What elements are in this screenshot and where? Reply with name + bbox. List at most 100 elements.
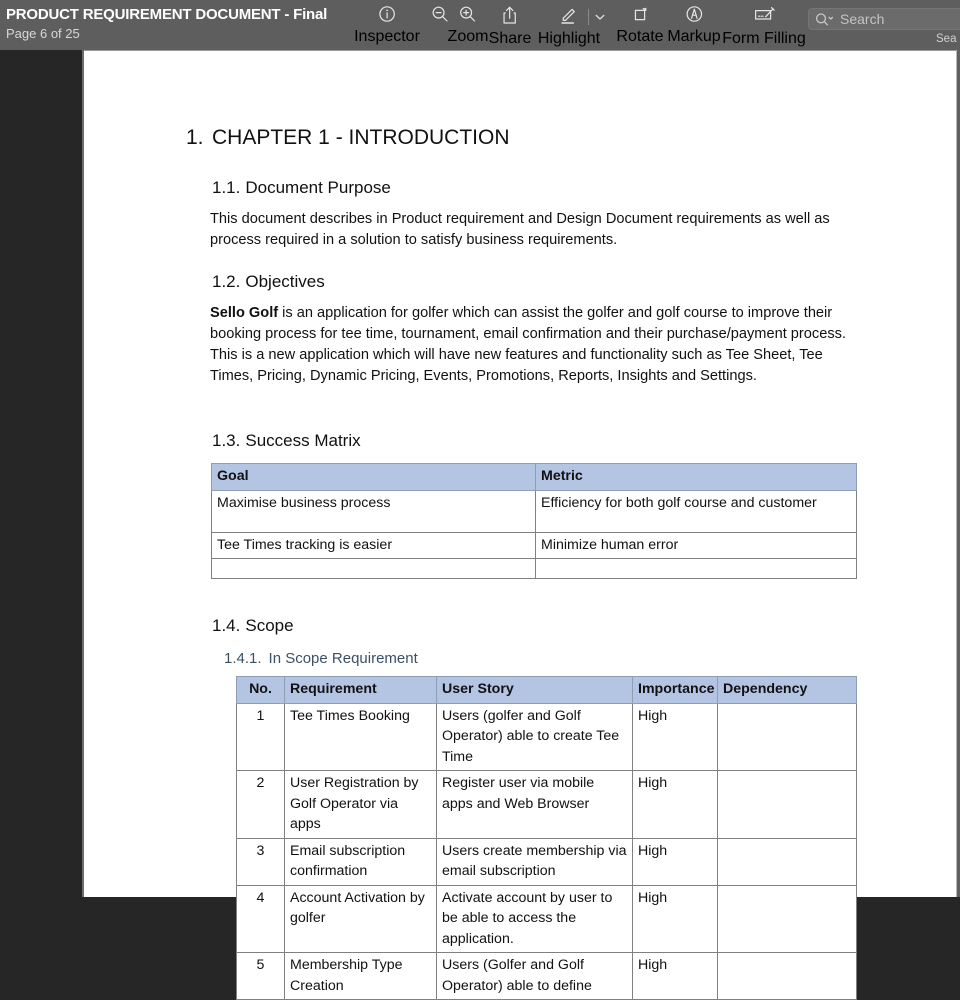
heading-in-scope-requirement: 1.4.1. In Scope Requirement — [224, 650, 418, 667]
toolbar-label-zoom: Zoom — [447, 28, 489, 45]
heading-success-matrix: 1.3. Success Matrix — [212, 431, 361, 451]
heading-text-1-4-1: In Scope Requirement — [268, 650, 418, 667]
chapter-title: CHAPTER 1 - INTRODUCTION — [212, 126, 510, 149]
toolbar-label-highlight: Highlight — [537, 30, 601, 47]
cell-user-story: Users create membership via email subscr… — [436, 837, 633, 886]
cell-user-story: Users (golfer and Golf Operator) able to… — [436, 702, 633, 771]
table-row: 2 User Registration by Golf Operator via… — [236, 770, 857, 839]
heading-text-1-2: Objectives — [245, 272, 325, 291]
document-title: PRODUCT REQUIREMENT DOCUMENT - Final — [6, 6, 328, 23]
thumbnail-sidebar[interactable] — [0, 50, 82, 897]
column-header-goal: Goal — [211, 463, 536, 491]
highlight-dropdown-button[interactable] — [592, 5, 608, 29]
cell-requirement: Account Activation by golfer — [284, 884, 437, 953]
cell-goal — [211, 558, 536, 579]
column-header-importance: Importance — [632, 676, 718, 704]
cell-no: 2 — [236, 770, 285, 839]
table-row — [211, 558, 857, 579]
heading-text-1-1: Document Purpose — [245, 178, 391, 197]
cell-user-story: Users (Golfer and Golf Operator) able to… — [436, 952, 633, 1000]
heading-text-1-3: Success Matrix — [245, 431, 361, 450]
cell-requirement: Email subscription confirmation — [284, 837, 437, 886]
heading-number-1-4-1: 1.4.1. — [224, 650, 262, 667]
cell-goal: Tee Times tracking is easier — [211, 531, 536, 559]
markup-icon — [685, 5, 703, 28]
chapter-number: 1. — [186, 126, 204, 149]
toolbar-button-zoom-in[interactable]: Zoom — [447, 5, 489, 46]
cell-no: 1 — [236, 702, 285, 771]
heading-objectives: 1.2. Objectives — [212, 272, 325, 292]
chapter-heading: 1. CHAPTER 1 - INTRODUCTION — [186, 126, 510, 150]
page-indicator: Page 6 of 25 — [6, 26, 80, 41]
cell-dependency — [717, 702, 857, 771]
table-row: 3 Email subscription confirmation Users … — [236, 837, 857, 886]
rotate-icon — [631, 5, 649, 28]
cell-metric: Minimize human error — [535, 531, 857, 559]
toolbar-label-share: Share — [488, 30, 532, 47]
search-input[interactable]: Search — [808, 8, 960, 30]
share-icon — [501, 5, 519, 30]
column-header-user-story: User Story — [436, 676, 633, 704]
cell-goal: Maximise business process — [211, 489, 536, 533]
form-filling-icon — [752, 5, 776, 30]
in-scope-requirement-table: No. Requirement User Story Importance De… — [236, 676, 857, 1000]
column-header-no: No. — [236, 676, 285, 704]
cell-requirement: Membership Type Creation — [284, 952, 437, 1000]
heading-document-purpose: 1.1. Document Purpose — [212, 178, 391, 198]
table-row: 5 Membership Type Creation Users (Golfer… — [236, 952, 857, 1000]
info-circle-icon — [378, 5, 396, 28]
cell-importance: High — [632, 837, 718, 886]
table-row: Maximise business process Efficiency for… — [211, 489, 857, 533]
zoom-out-icon — [431, 5, 449, 28]
toolbar-label-rotate: Rotate — [616, 28, 664, 45]
heading-number-1-1: 1.1. — [212, 178, 241, 197]
cell-no: 5 — [236, 952, 285, 1000]
toolbar-button-inspector[interactable]: Inspector — [354, 5, 420, 46]
heading-number-1-4: 1.4. — [212, 616, 241, 635]
toolbar-button-markup[interactable]: Markup — [667, 5, 721, 46]
toolbar-label-form-filling: Form Filling — [722, 30, 806, 47]
highlight-pen-icon — [559, 5, 579, 30]
page-top-border — [84, 50, 960, 51]
cell-importance: High — [632, 952, 718, 1000]
zoom-in-icon — [459, 5, 477, 28]
column-header-metric: Metric — [535, 463, 857, 491]
heading-scope: 1.4. Scope — [212, 616, 294, 636]
toolbar-button-share[interactable]: Share — [488, 5, 532, 48]
table-header-row: Goal Metric — [211, 463, 857, 491]
cell-importance: High — [632, 702, 718, 771]
table-header-row: No. Requirement User Story Importance De… — [236, 676, 857, 704]
cell-importance: High — [632, 884, 718, 953]
cell-no: 4 — [236, 884, 285, 953]
paragraph-objectives: Sello Golf is an application for golfer … — [210, 303, 855, 387]
toolbar-label-inspector: Inspector — [354, 28, 420, 45]
cell-importance: High — [632, 770, 718, 839]
heading-number-1-2: 1.2. — [212, 272, 241, 291]
table-row: Tee Times tracking is easier Minimize hu… — [211, 531, 857, 559]
column-header-dependency: Dependency — [717, 676, 857, 704]
cell-dependency — [717, 770, 857, 839]
column-header-requirement: Requirement — [284, 676, 437, 704]
heading-text-1-4: Scope — [245, 616, 294, 635]
toolbar-label-search: Sea — [936, 33, 957, 45]
cell-no: 3 — [236, 837, 285, 886]
toolbar-button-zoom-out[interactable] — [431, 5, 449, 28]
paragraph-objectives-rest: is an application for golfer which can a… — [210, 305, 846, 384]
cell-metric: Efficiency for both golf course and cust… — [535, 489, 857, 533]
cell-dependency — [717, 952, 857, 1000]
cell-user-story: Activate account by user to be able to a… — [436, 884, 633, 953]
success-matrix-table: Goal Metric Maximise business process Ef… — [211, 463, 857, 579]
toolbar-button-form-filling[interactable]: Form Filling — [722, 5, 806, 48]
paragraph-objectives-bold: Sello Golf — [210, 305, 279, 321]
paragraph-document-purpose: This document describes in Product requi… — [210, 211, 830, 248]
cell-requirement: User Registration by Golf Operator via a… — [284, 770, 437, 839]
toolbar-button-rotate[interactable]: Rotate — [616, 5, 664, 46]
cell-dependency — [717, 884, 857, 953]
search-icon — [815, 12, 834, 27]
search-placeholder: Search — [840, 11, 885, 27]
cell-requirement: Tee Times Booking — [284, 702, 437, 771]
heading-number-1-3: 1.3. — [212, 431, 241, 450]
app-toolbar: PRODUCT REQUIREMENT DOCUMENT - Final Pag… — [0, 0, 960, 50]
cell-dependency — [717, 837, 857, 886]
cell-user-story: Register user via mobile apps and Web Br… — [436, 770, 633, 839]
